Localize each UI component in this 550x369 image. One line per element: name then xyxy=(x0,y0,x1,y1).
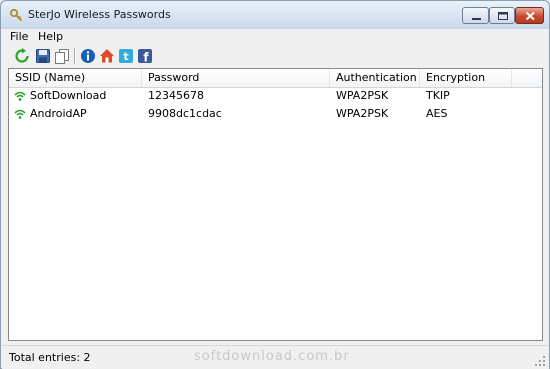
svg-text:t: t xyxy=(123,50,128,63)
save-button[interactable] xyxy=(34,47,52,65)
minimize-button[interactable] xyxy=(462,7,489,24)
title-bar[interactable]: SterJo Wireless Passwords xyxy=(1,1,549,29)
info-button[interactable] xyxy=(79,47,97,65)
toolbar: t f xyxy=(2,45,549,67)
authentication-cell: WPA2PSK xyxy=(336,89,389,102)
encryption-cell: AES xyxy=(426,107,448,120)
minimize-icon xyxy=(472,18,481,20)
password-cell: 9908dc1cdac xyxy=(148,107,222,120)
home-button[interactable] xyxy=(98,47,116,65)
total-entries-label: Total entries: 2 xyxy=(9,351,91,364)
resize-grip-icon[interactable] xyxy=(534,355,546,367)
refresh-button[interactable] xyxy=(13,47,31,65)
list-header: SSID (Name) Password Authentication Encr… xyxy=(9,69,542,88)
close-button[interactable] xyxy=(515,7,544,24)
column-ssid[interactable]: SSID (Name) xyxy=(9,69,142,87)
copy-icon xyxy=(55,49,69,64)
svg-text:f: f xyxy=(143,51,149,65)
wifi-icon xyxy=(14,91,26,101)
close-icon xyxy=(525,11,535,21)
wifi-icon xyxy=(14,109,26,119)
copy-button[interactable] xyxy=(53,47,71,65)
watermark-text: softdownload.com.br xyxy=(194,349,350,364)
twitter-button[interactable]: t xyxy=(117,47,135,65)
wireless-list[interactable]: SSID (Name) Password Authentication Encr… xyxy=(8,68,543,341)
facebook-icon: f xyxy=(138,49,152,65)
table-row[interactable]: AndroidAP 9908dc1cdac WPA2PSK AES xyxy=(9,105,542,123)
column-authentication[interactable]: Authentication xyxy=(330,69,420,87)
menu-file[interactable]: File xyxy=(6,29,32,45)
refresh-icon xyxy=(15,48,29,63)
column-password[interactable]: Password xyxy=(142,69,330,87)
facebook-button[interactable]: f xyxy=(136,47,154,65)
app-icon xyxy=(9,8,23,22)
password-cell: 12345678 xyxy=(148,89,204,102)
encryption-cell: TKIP xyxy=(426,89,450,102)
table-row[interactable]: SoftDownload 12345678 WPA2PSK TKIP xyxy=(9,87,542,105)
home-icon xyxy=(100,49,114,63)
ssid-cell: AndroidAP xyxy=(30,107,87,120)
ssid-cell: SoftDownload xyxy=(30,89,107,102)
maximize-button[interactable] xyxy=(489,7,515,24)
twitter-icon: t xyxy=(119,49,133,63)
menu-help[interactable]: Help xyxy=(34,29,67,45)
column-encryption[interactable]: Encryption xyxy=(420,69,512,87)
status-bar: Total entries: 2 softdownload.com.br xyxy=(2,345,549,369)
app-window: SterJo Wireless Passwords File Help t f … xyxy=(0,0,550,369)
toolbar-separator xyxy=(74,48,76,64)
save-icon xyxy=(36,49,50,63)
menu-bar: File Help xyxy=(2,29,549,45)
authentication-cell: WPA2PSK xyxy=(336,107,389,120)
window-title: SterJo Wireless Passwords xyxy=(28,8,171,21)
info-icon xyxy=(81,49,95,63)
maximize-icon xyxy=(498,12,508,20)
